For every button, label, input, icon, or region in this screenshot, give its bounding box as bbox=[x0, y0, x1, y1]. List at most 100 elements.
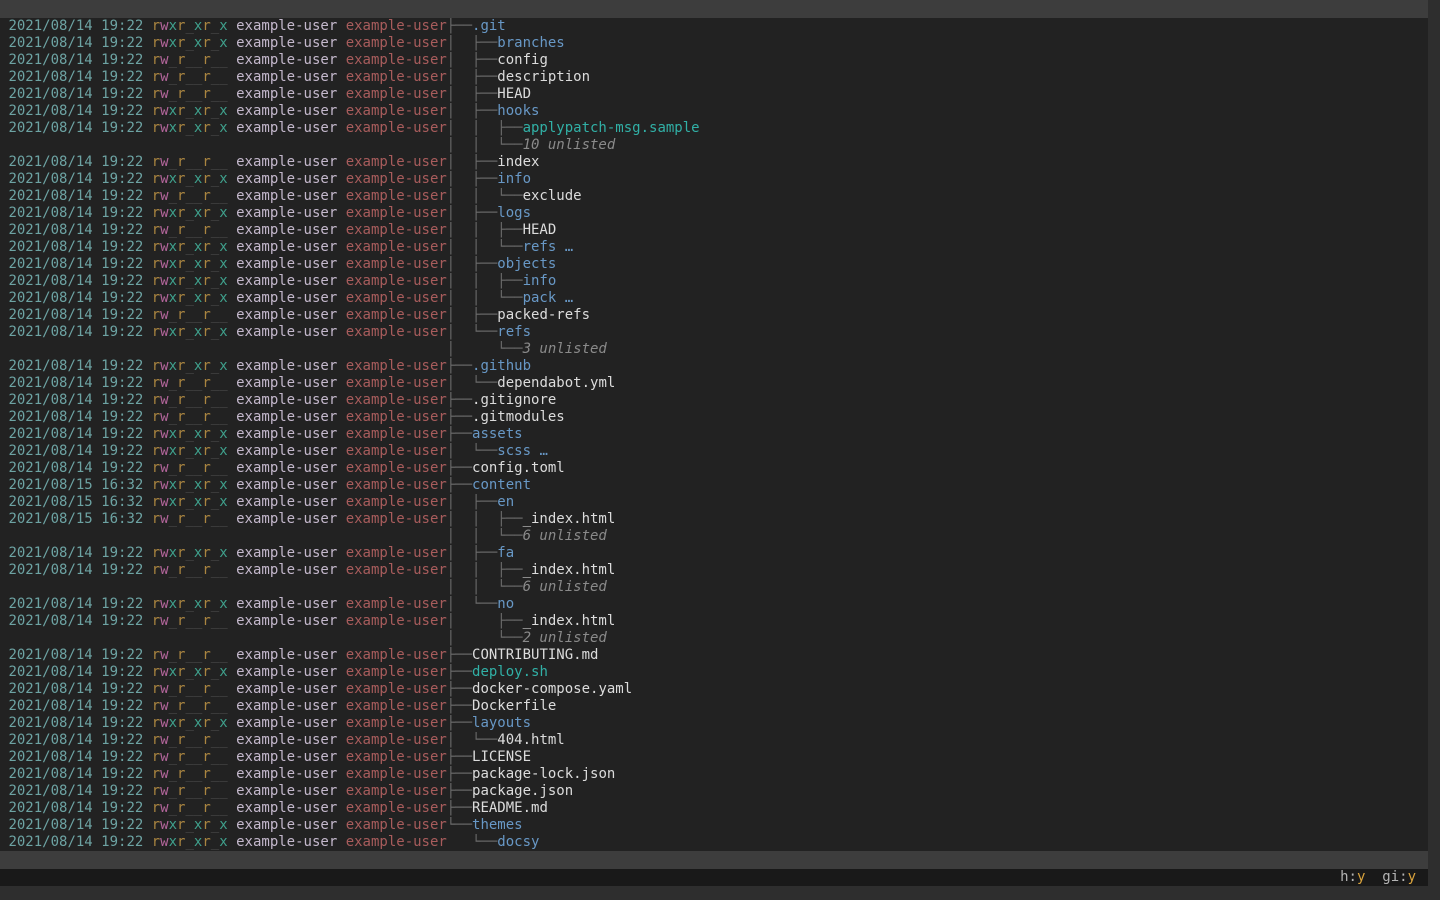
owner-name: example-user bbox=[236, 460, 337, 476]
tree-row[interactable]: 2021/08/14 19:22 rw_r__r__ example-user … bbox=[0, 69, 1428, 86]
tree-row[interactable]: 2021/08/14 19:22 rw_r__r__ example-user … bbox=[0, 409, 1428, 426]
tree-row[interactable]: │ └──2 unlisted bbox=[0, 630, 1428, 647]
tree-row[interactable]: 2021/08/14 19:22 rw_r__r__ example-user … bbox=[0, 749, 1428, 766]
tree-row[interactable]: 2021/08/14 19:22 rwxr_xr_x example-user … bbox=[0, 443, 1428, 460]
owner-name: example-user bbox=[236, 52, 337, 68]
entry-name: refs bbox=[523, 239, 557, 255]
tree-row[interactable]: 2021/08/14 19:22 rwxr_xr_x example-user … bbox=[0, 324, 1428, 341]
group-name: example-user bbox=[346, 562, 447, 578]
shortcut-label: gi: bbox=[1382, 869, 1407, 885]
tree-row[interactable]: 2021/08/14 19:22 rwxr_xr_x example-user … bbox=[0, 596, 1428, 613]
tree-row[interactable]: 2021/08/14 19:22 rwxr_xr_x example-user … bbox=[0, 273, 1428, 290]
tree-row[interactable]: 2021/08/14 19:22 rwxr_xr_x example-user … bbox=[0, 103, 1428, 120]
tree-branch-lines: │ │ ├── bbox=[447, 273, 523, 289]
tree-row[interactable]: 2021/08/14 19:22 rwxr_xr_x example-user … bbox=[0, 817, 1428, 834]
tree-row[interactable]: 2021/08/14 19:22 rwxr_xr_x example-user … bbox=[0, 715, 1428, 732]
permissions: rw_r__r__ bbox=[152, 154, 228, 170]
permissions: rw_r__r__ bbox=[152, 562, 228, 578]
tree-branch-lines: ├── bbox=[447, 681, 472, 697]
tree-row[interactable]: │ │ └──10 unlisted bbox=[0, 137, 1428, 154]
tree-row[interactable]: │ └──3 unlisted bbox=[0, 341, 1428, 358]
row-metadata: 2021/08/14 19:22 rw_r__r__ example-user … bbox=[0, 375, 447, 392]
tree-branch-lines: │ ├── bbox=[447, 494, 498, 510]
modified-date: 2021/08/14 19:22 bbox=[8, 681, 143, 697]
group-name: example-user bbox=[346, 52, 447, 68]
modified-date: 2021/08/14 19:22 bbox=[8, 222, 143, 238]
search-input-line[interactable]: h:y gi:y bbox=[0, 869, 1428, 886]
permissions: rwxr_xr_x bbox=[152, 35, 228, 51]
tree-row[interactable]: 2021/08/15 16:32 rwxr_xr_x example-user … bbox=[0, 477, 1428, 494]
tree-row[interactable]: 2021/08/14 19:22 rwxr_xr_x example-user … bbox=[0, 205, 1428, 222]
tree-row[interactable]: 2021/08/14 19:22 rwxr_xr_x example-user … bbox=[0, 35, 1428, 52]
permissions: rwxr_xr_x bbox=[152, 18, 228, 34]
entry-name: docker-compose.yaml bbox=[472, 681, 632, 697]
modified-date: 2021/08/14 19:22 bbox=[8, 834, 143, 850]
tree-row[interactable]: 2021/08/15 16:32 rw_r__r__ example-user … bbox=[0, 511, 1428, 528]
owner-name: example-user bbox=[236, 120, 337, 136]
owner-name: example-user bbox=[236, 35, 337, 51]
tree-row[interactable]: 2021/08/14 19:22 rw_r__r__ example-user … bbox=[0, 562, 1428, 579]
group-name: example-user bbox=[346, 834, 447, 850]
permissions: rwxr_xr_x bbox=[152, 834, 228, 850]
tree-row[interactable]: 2021/08/14 19:22 rw_r__r__ example-user … bbox=[0, 766, 1428, 783]
modified-date: 2021/08/14 19:22 bbox=[8, 409, 143, 425]
tree-row[interactable]: 2021/08/14 19:22 rwxr_xr_x example-user … bbox=[0, 290, 1428, 307]
owner-name: example-user bbox=[236, 613, 337, 629]
tree-branch-lines: │ ├── bbox=[447, 613, 523, 629]
tree-row[interactable]: 2021/08/14 19:22 rwxr_xr_x example-user … bbox=[0, 664, 1428, 681]
tree-row[interactable]: 2021/08/14 19:22 rw_r__r__ example-user … bbox=[0, 222, 1428, 239]
tree-row[interactable]: 2021/08/14 19:22 rwxr_xr_x example-user … bbox=[0, 358, 1428, 375]
tree-row[interactable]: │ │ └──6 unlisted bbox=[0, 528, 1428, 545]
tree-row[interactable]: 2021/08/14 19:22 rw_r__r__ example-user … bbox=[0, 392, 1428, 409]
tree-row[interactable]: 2021/08/14 19:22 rw_r__r__ example-user … bbox=[0, 732, 1428, 749]
tree-row[interactable]: 2021/08/14 19:22 rwxr_xr_x example-user … bbox=[0, 426, 1428, 443]
permissions: rw_r__r__ bbox=[152, 409, 228, 425]
tree-row[interactable]: │ │ └──6 unlisted bbox=[0, 579, 1428, 596]
tree-row[interactable]: 2021/08/14 19:22 rwxr_xr_x example-user … bbox=[0, 18, 1428, 35]
tree-row[interactable]: 2021/08/14 19:22 rw_r__r__ example-user … bbox=[0, 613, 1428, 630]
tree-branch-lines: ├── bbox=[447, 783, 472, 799]
modified-date: 2021/08/14 19:22 bbox=[8, 290, 143, 306]
tree-row[interactable]: 2021/08/14 19:22 rw_r__r__ example-user … bbox=[0, 698, 1428, 715]
group-name: example-user bbox=[346, 120, 447, 136]
tree-row[interactable]: 2021/08/14 19:22 rw_r__r__ example-user … bbox=[0, 375, 1428, 392]
file-tree-panel[interactable]: 2021/08/14 19:22 rwxr_xr_x example-user … bbox=[0, 18, 1428, 851]
owner-name: example-user bbox=[236, 698, 337, 714]
tree-row[interactable]: 2021/08/14 19:22 rwxr_xr_x example-user … bbox=[0, 171, 1428, 188]
tree-branch-lines: │ │ ├── bbox=[447, 120, 523, 136]
tree-row[interactable]: 2021/08/14 19:22 rw_r__r__ example-user … bbox=[0, 800, 1428, 817]
tree-row[interactable]: 2021/08/14 19:22 rwxr_xr_x example-user … bbox=[0, 239, 1428, 256]
tree-row[interactable]: 2021/08/14 19:22 rwxr_xr_x example-user … bbox=[0, 256, 1428, 273]
group-name: example-user bbox=[346, 494, 447, 510]
tree-row[interactable]: 2021/08/14 19:22 rw_r__r__ example-user … bbox=[0, 52, 1428, 69]
permissions: rwxr_xr_x bbox=[152, 358, 228, 374]
modified-date: 2021/08/14 19:22 bbox=[8, 443, 143, 459]
modified-date: 2021/08/14 19:22 bbox=[8, 188, 143, 204]
tree-row[interactable]: 2021/08/14 19:22 rw_r__r__ example-user … bbox=[0, 681, 1428, 698]
owner-name: example-user bbox=[236, 324, 337, 340]
tree-row[interactable]: 2021/08/14 19:22 rw_r__r__ example-user … bbox=[0, 307, 1428, 324]
tree-row[interactable]: 2021/08/14 19:22 rw_r__r__ example-user … bbox=[0, 86, 1428, 103]
owner-name: example-user bbox=[236, 477, 337, 493]
row-metadata: 2021/08/15 16:32 rwxr_xr_x example-user … bbox=[0, 494, 447, 511]
owner-name: example-user bbox=[236, 800, 337, 816]
modified-date: 2021/08/14 19:22 bbox=[8, 273, 143, 289]
tree-row[interactable]: 2021/08/14 19:22 rwxr_xr_x example-user … bbox=[0, 545, 1428, 562]
row-metadata: 2021/08/14 19:22 rw_r__r__ example-user … bbox=[0, 681, 447, 698]
tree-branch-lines: │ ├── bbox=[447, 205, 498, 221]
tree-row[interactable]: 2021/08/15 16:32 rwxr_xr_x example-user … bbox=[0, 494, 1428, 511]
row-metadata: 2021/08/14 19:22 rwxr_xr_x example-user … bbox=[0, 256, 447, 273]
modified-date: 2021/08/14 19:22 bbox=[8, 324, 143, 340]
tree-row[interactable]: 2021/08/14 19:22 rwxr_xr_x example-user … bbox=[0, 120, 1428, 137]
tree-row[interactable]: 2021/08/14 19:22 rw_r__r__ example-user … bbox=[0, 783, 1428, 800]
tree-row[interactable]: 2021/08/14 19:22 rw_r__r__ example-user … bbox=[0, 647, 1428, 664]
tree-row[interactable]: 2021/08/14 19:22 rw_r__r__ example-user … bbox=[0, 188, 1428, 205]
modified-date: 2021/08/14 19:22 bbox=[8, 35, 143, 51]
tree-row[interactable]: 2021/08/14 19:22 rwxr_xr_x example-user … bbox=[0, 834, 1428, 851]
owner-name: example-user bbox=[236, 375, 337, 391]
entry-name: content bbox=[472, 477, 531, 493]
tree-row[interactable]: 2021/08/14 19:22 rw_r__r__ example-user … bbox=[0, 460, 1428, 477]
tree-row[interactable]: 2021/08/14 19:22 rw_r__r__ example-user … bbox=[0, 154, 1428, 171]
permissions: rw_r__r__ bbox=[152, 69, 228, 85]
modified-date: 2021/08/14 19:22 bbox=[8, 52, 143, 68]
